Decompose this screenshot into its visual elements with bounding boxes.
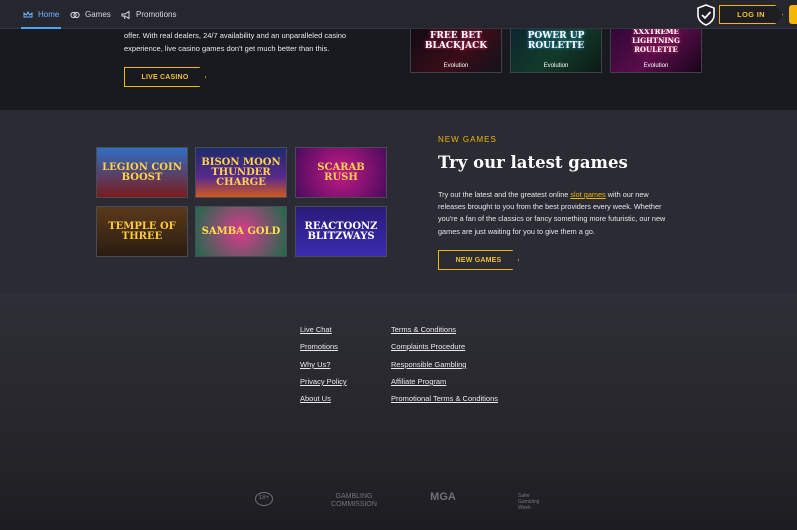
description-text: Try out the latest and the greatest onli… — [438, 190, 571, 199]
new-games-section — [0, 110, 797, 294]
section-headline: Try our latest games — [438, 153, 628, 172]
slot-games-link[interactable]: slot games — [570, 190, 605, 199]
game-title: TEMPLE OF THREE — [108, 220, 176, 242]
game-tile[interactable]: TEMPLE OF THREE — [96, 206, 188, 257]
section-kicker: NEW GAMES — [438, 135, 497, 144]
gambling-commission-logo[interactable]: GAMBLING COMMISSION — [330, 493, 378, 509]
footer-link-privacy-policy[interactable]: Privacy Policy — [300, 377, 347, 386]
live-game-title: XXXTREME LIGHTNING ROULETTE — [631, 27, 681, 54]
game-title: SAMBA GOLD — [201, 225, 281, 237]
live-casino-button[interactable]: LIVE CASINO — [124, 67, 206, 87]
nav-label: Home — [38, 10, 60, 19]
footer-link-live-chat[interactable]: Live Chat — [300, 325, 332, 334]
games-icon — [70, 10, 80, 20]
footer-link-responsible-gambling[interactable]: Responsible Gambling — [391, 360, 466, 369]
nav-label: Games — [85, 10, 111, 19]
age-18-logo[interactable]: 18+ — [255, 492, 273, 506]
provider-label: Evolution — [443, 63, 469, 69]
game-tile[interactable]: BISON MOON THUNDER CHARGE — [195, 147, 287, 198]
footer-link-why-us[interactable]: Why Us? — [300, 360, 330, 369]
game-title: BISON MOON THUNDER CHARGE — [201, 156, 281, 188]
new-games-description: Try out the latest and the greatest onli… — [438, 189, 674, 238]
nav-games[interactable]: Games — [70, 0, 111, 29]
footer-link-promo-terms[interactable]: Promotional Terms & Conditions — [391, 394, 498, 403]
megaphone-icon — [121, 10, 131, 20]
nav-label: Promotions — [136, 10, 177, 19]
game-title: SCARAB RUSH — [317, 161, 365, 183]
game-tile[interactable]: REACTOONZ BLITZWAYS — [295, 206, 387, 257]
nav-promotions[interactable]: Promotions — [121, 0, 176, 29]
game-tile[interactable]: SAMBA GOLD — [195, 206, 287, 257]
safer-gambling-week-logo[interactable]: Safer Gambling Week — [518, 493, 550, 511]
game-tile[interactable]: SCARAB RUSH — [295, 147, 387, 198]
mga-logo[interactable]: MGA — [420, 492, 466, 503]
game-tile[interactable]: LEGION COIN BOOST — [96, 147, 188, 198]
provider-label: Evolution — [543, 63, 569, 69]
live-game-title: POWER UP ROULETTE — [527, 31, 585, 51]
new-games-button[interactable]: NEW GAMES — [438, 250, 519, 270]
footer-link-affiliate[interactable]: Affiliate Program — [391, 377, 446, 386]
footer-link-complaints[interactable]: Complaints Procedure — [391, 342, 465, 351]
footer-link-promotions[interactable]: Promotions — [300, 342, 338, 351]
game-title: REACTOONZ BLITZWAYS — [304, 220, 378, 242]
live-game-title: FREE BET BLACKJACK — [424, 31, 488, 51]
nav-home[interactable]: Home — [20, 0, 62, 29]
provider-label: Evolution — [643, 63, 669, 69]
crown-icon — [23, 10, 33, 20]
game-title: LEGION COIN BOOST — [102, 161, 182, 183]
top-navigation: Home Games Promotions LOG IN — [0, 0, 797, 29]
footer-link-terms[interactable]: Terms & Conditions — [391, 325, 456, 334]
live-casino-description: offer. With real dealers, 24/7 availabil… — [124, 31, 347, 53]
footer-link-about-us[interactable]: About Us — [300, 394, 331, 403]
shield-check-icon — [696, 4, 716, 26]
side-tab[interactable] — [789, 5, 797, 24]
log-in-button[interactable]: LOG IN — [719, 5, 783, 24]
